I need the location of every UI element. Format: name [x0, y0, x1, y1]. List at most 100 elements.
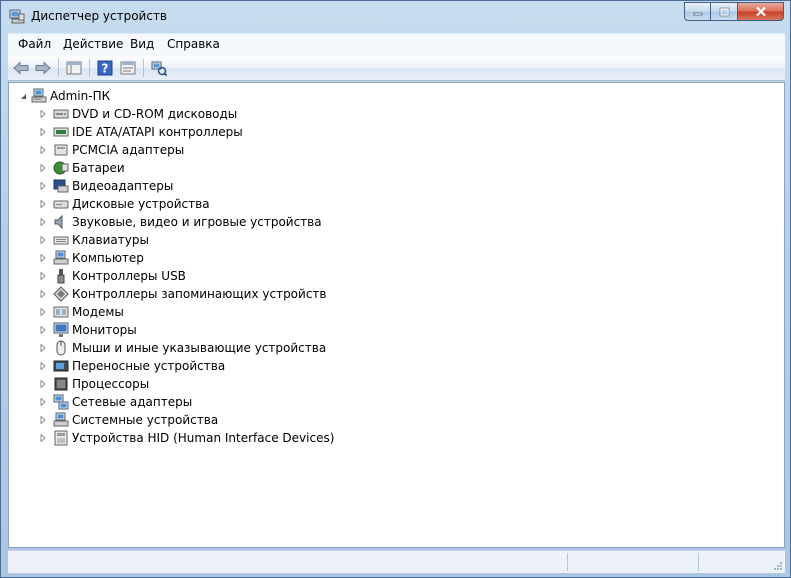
pcmcia-icon: [54, 144, 68, 156]
caption-buttons: [684, 2, 784, 22]
toolbar-separator: [58, 59, 59, 77]
expand-arrow-icon[interactable]: [39, 199, 47, 209]
tree-item-label: Системные устройства: [72, 413, 219, 427]
processor-icon: [54, 377, 68, 391]
expand-arrow-icon[interactable]: [39, 181, 47, 191]
computer-small-icon: [53, 250, 69, 265]
expand-arrow-icon[interactable]: [39, 433, 47, 443]
tree-item[interactable]: Видеоадаптеры: [39, 177, 173, 195]
display-adapter-icon: [53, 179, 69, 193]
window-title: Диспетчер устройств: [31, 9, 168, 23]
menu-action[interactable]: Действие: [63, 37, 123, 51]
expand-arrow-icon[interactable]: [39, 217, 47, 227]
expand-arrow-icon[interactable]: [39, 379, 47, 389]
tree-item-label: Клавиатуры: [72, 233, 149, 247]
expand-arrow-icon[interactable]: [39, 289, 47, 299]
tree-item[interactable]: Батареи: [39, 159, 125, 177]
disk-drive-icon: [53, 200, 69, 209]
properties-button[interactable]: [119, 59, 137, 76]
expand-arrow-icon[interactable]: [39, 271, 47, 281]
expand-arrow-icon[interactable]: [39, 307, 47, 317]
device-manager-icon: [9, 9, 25, 24]
tree-item[interactable]: IDE ATA/ATAPI контроллеры: [39, 123, 243, 141]
close-icon: [755, 6, 766, 17]
expand-arrow-icon[interactable]: [39, 397, 47, 407]
tree-item-label: Видеоадаптеры: [72, 179, 174, 193]
expand-arrow-icon[interactable]: [39, 163, 47, 173]
toolbar-separator: [89, 59, 90, 77]
help-icon: ?: [97, 60, 113, 75]
expand-arrow-icon[interactable]: [39, 325, 47, 335]
network-adapter-icon: [53, 394, 69, 410]
resize-grip-icon[interactable]: [773, 561, 783, 571]
computer-icon: [31, 88, 47, 103]
battery-icon: [53, 161, 69, 175]
keyboard-icon: [53, 236, 69, 245]
tree-item-label: Контроллеры запоминающих устройств: [72, 287, 327, 301]
tree-item[interactable]: Устройства HID (Human Interface Devices): [39, 429, 334, 447]
forward-button[interactable]: [34, 59, 52, 76]
tree-item-label: IDE ATA/ATAPI контроллеры: [72, 125, 243, 139]
tree-item[interactable]: Контроллеры USB: [39, 267, 186, 285]
tree-item[interactable]: Модемы: [39, 303, 124, 321]
tree-item-label: Устройства HID (Human Interface Devices): [72, 431, 335, 445]
tree-item[interactable]: DVD и CD-ROM дисководы: [39, 105, 237, 123]
tree-item-label: Сетевые адаптеры: [72, 395, 193, 409]
tree-item-label: Звуковые, видео и игровые устройства: [72, 215, 322, 229]
tree-item-label: Компьютер: [72, 251, 144, 265]
collapse-arrow-icon[interactable]: [19, 91, 27, 101]
tree-root-label: Admin-ПК: [50, 89, 111, 103]
minimize-button[interactable]: [684, 2, 711, 21]
arrow-left-icon: [13, 60, 29, 75]
expand-arrow-icon[interactable]: [39, 127, 47, 137]
arrow-right-icon: [35, 60, 51, 75]
expand-arrow-icon[interactable]: [39, 415, 47, 425]
maximize-icon: [719, 7, 729, 16]
monitor-icon: [53, 322, 69, 337]
tree-item[interactable]: PCMCIA адаптеры: [39, 141, 184, 159]
tree-item-label: Контроллеры USB: [72, 269, 186, 283]
expand-arrow-icon[interactable]: [39, 361, 47, 371]
properties-pane-button[interactable]: [65, 59, 83, 76]
device-tree[interactable]: Admin-ПК DVD и CD-ROM дисководы IDE ATA/A…: [8, 82, 785, 548]
tree-item[interactable]: Компьютер: [39, 249, 144, 267]
minimize-icon: [693, 12, 702, 15]
tree-item-label: Процессоры: [72, 377, 150, 391]
tree-item[interactable]: Клавиатуры: [39, 231, 149, 249]
expand-arrow-icon[interactable]: [39, 145, 47, 155]
status-divider: [698, 553, 699, 571]
tree-item[interactable]: Мониторы: [39, 321, 137, 339]
maximize-button[interactable]: [711, 2, 738, 21]
toolbar-separator: [143, 59, 144, 77]
menu-help[interactable]: Справка: [167, 37, 220, 51]
menu-view[interactable]: Вид: [130, 37, 154, 51]
menu-bar: Файл Действие Вид Справка: [8, 33, 785, 56]
back-button[interactable]: [12, 59, 30, 76]
tree-item-label: PCMCIA адаптеры: [72, 143, 185, 157]
expand-arrow-icon[interactable]: [39, 235, 47, 245]
menu-file[interactable]: Файл: [18, 37, 51, 51]
dvd-drive-icon: [53, 109, 69, 119]
tree-item[interactable]: Сетевые адаптеры: [39, 393, 192, 411]
help-button[interactable]: ?: [96, 59, 114, 76]
tree-item[interactable]: Переносные устройства: [39, 357, 225, 375]
expand-arrow-icon[interactable]: [39, 343, 47, 353]
title-bar[interactable]: Диспетчер устройств: [1, 1, 790, 31]
tree-item[interactable]: Контроллеры запоминающих устройств: [39, 285, 326, 303]
close-button[interactable]: [738, 2, 784, 21]
properties-icon: [120, 61, 136, 74]
ide-controller-icon: [53, 127, 69, 137]
tree-item-label: DVD и CD-ROM дисководы: [72, 107, 238, 121]
status-divider: [567, 553, 568, 571]
scan-hardware-button[interactable]: [150, 59, 168, 76]
tree-item[interactable]: Звуковые, видео и игровые устройства: [39, 213, 322, 231]
expand-arrow-icon[interactable]: [39, 109, 47, 119]
tree-root[interactable]: Admin-ПК: [19, 87, 110, 105]
tree-item[interactable]: Дисковые устройства: [39, 195, 210, 213]
usb-icon: [57, 269, 65, 284]
expand-arrow-icon[interactable]: [39, 253, 47, 263]
tree-item[interactable]: Процессоры: [39, 375, 149, 393]
tree-item[interactable]: Мыши и иные указывающие устройства: [39, 339, 326, 357]
modem-icon: [53, 306, 69, 318]
tree-item[interactable]: Системные устройства: [39, 411, 218, 429]
